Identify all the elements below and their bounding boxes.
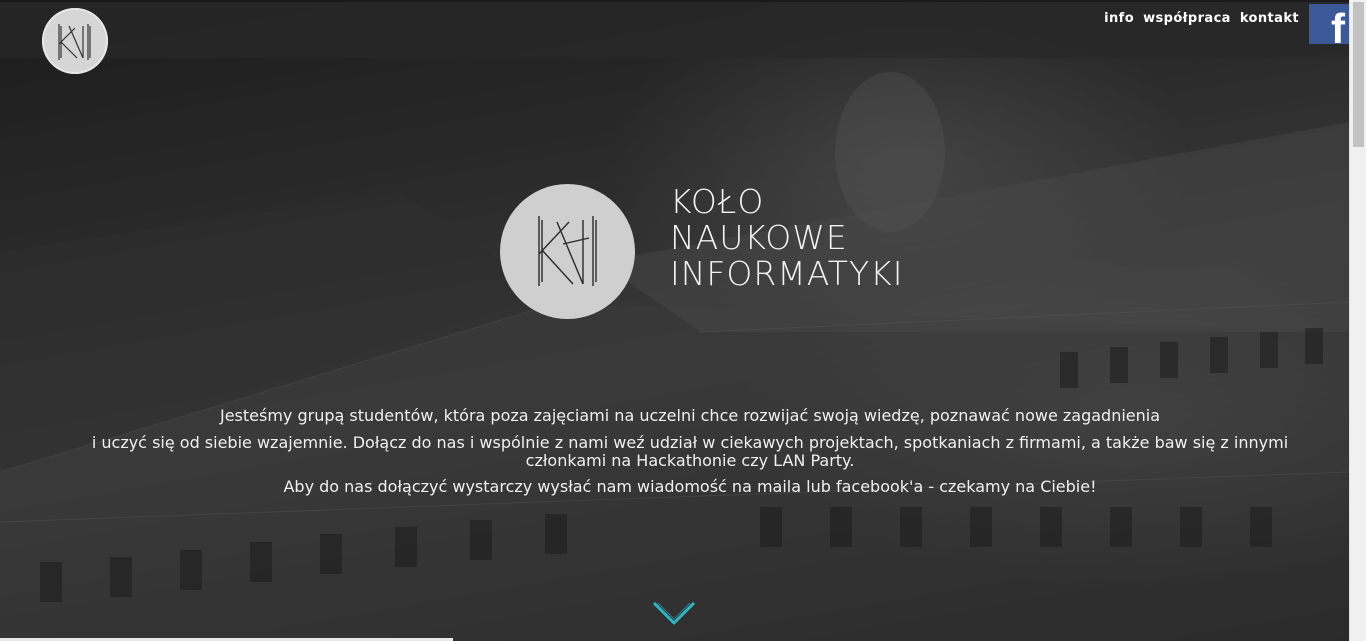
nav-link-cooperation[interactable]: współpraca (1143, 11, 1231, 26)
hero-logo (500, 184, 635, 319)
page-scrollbar[interactable] (1349, 0, 1366, 641)
hero-background-photo (0, 2, 1349, 641)
hero-title: KOŁO NAUKOWE INFORMATYKI (670, 184, 903, 292)
hero-title-line: NAUKOWE (670, 218, 848, 257)
intro-paragraph: Jesteśmy grupą studentów, która poza zaj… (219, 406, 1161, 425)
kni-monogram-icon (538, 216, 597, 286)
hero-title-line: KOŁO (670, 182, 765, 221)
nav-link-info[interactable]: info (1104, 11, 1134, 26)
facebook-link[interactable]: f (1309, 4, 1349, 44)
header-logo[interactable] (42, 8, 108, 74)
facebook-icon: f (1331, 5, 1345, 45)
page-viewport: info współpraca kontakt f KOŁO NAUKOWE I… (0, 0, 1349, 641)
chevron-down-icon (652, 601, 696, 625)
scroll-down-button[interactable] (651, 597, 697, 631)
kni-monogram-icon (58, 24, 91, 60)
building-silhouette (0, 72, 1349, 641)
intro-paragraph: Aby do nas dołączyć wystarczy wysłać nam… (283, 477, 1097, 496)
intro-text: Jesteśmy grupą studentów, która poza zaj… (90, 407, 1290, 504)
nav-link-contact[interactable]: kontakt (1240, 11, 1299, 26)
main-nav: info współpraca kontakt (1104, 11, 1299, 26)
intro-paragraph: i uczyć się od siebie wzajemnie. Dołącz … (91, 433, 1289, 470)
hero-title-line: INFORMATYKI (670, 254, 904, 293)
scrollbar-thumb[interactable] (1353, 2, 1364, 147)
